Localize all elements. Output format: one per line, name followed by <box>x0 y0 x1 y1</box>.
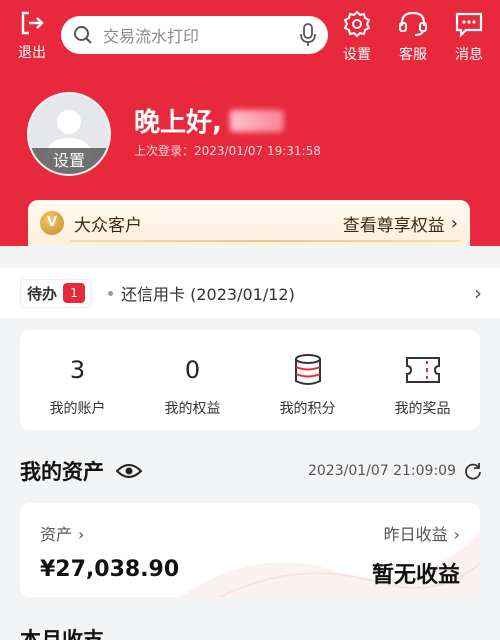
greeting: 晚上好, <box>134 102 284 139</box>
chevron-right-icon[interactable]: › <box>474 281 482 305</box>
avatar-settings-label[interactable]: 设置 <box>29 148 109 174</box>
todo-count-badge: 1 <box>63 283 86 303</box>
microphone-icon[interactable] <box>300 23 316 47</box>
search-icon <box>74 26 92 44</box>
stat-my-points[interactable]: 我的积分 <box>250 330 365 430</box>
chevron-right-icon: › <box>78 525 85 544</box>
accounts-label: 我的账户 <box>49 401 106 417</box>
assets-card[interactable]: 资产 › 昨日收益 › ¥27,038.90 暂无收益 <box>20 503 480 597</box>
greeting-text: 晚上好, <box>134 108 222 138</box>
customer-service-button[interactable]: 客服 <box>390 10 436 64</box>
accounts-count: 3 <box>69 356 86 384</box>
asset-label-link[interactable]: 资产 › <box>40 521 84 545</box>
database-icon <box>294 354 321 385</box>
todo-tag-label: 待办 <box>27 284 58 303</box>
points-label: 我的积分 <box>279 401 336 417</box>
stat-my-prizes[interactable]: 我的奖品 <box>365 330 480 430</box>
yesterday-earnings-label: 昨日收益 <box>383 525 448 544</box>
todo-row[interactable]: 待办 1 还信用卡 (2023/01/12) › <box>0 268 500 318</box>
logout-label: 退出 <box>18 45 46 61</box>
refresh-icon[interactable] <box>464 462 482 480</box>
quick-stats-card: 3 我的账户 0 我的权益 我的积分 我的奖品 <box>20 330 480 430</box>
asset-label: 资产 <box>40 525 73 544</box>
stat-my-rights[interactable]: 0 我的权益 <box>135 330 250 430</box>
logout-button[interactable]: 退出 <box>14 10 50 62</box>
yesterday-earnings-value: 暂无收益 <box>371 563 460 588</box>
messages-label: 消息 <box>455 47 483 63</box>
todo-tag: 待办 1 <box>20 278 93 308</box>
search-input[interactable]: 交易流水打印 <box>103 23 300 47</box>
gear-icon <box>343 10 371 38</box>
tier-progress-line <box>70 240 460 242</box>
avatar[interactable]: 设置 <box>27 92 111 176</box>
yesterday-earnings-link[interactable]: 昨日收益 › <box>384 521 460 545</box>
assets-header: 我的资产 2023/01/07 21:09:09 <box>20 456 482 486</box>
customer-service-label: 客服 <box>399 47 427 63</box>
view-rights-link[interactable]: 查看尊享权益 <box>343 211 445 236</box>
rights-count: 0 <box>184 356 201 384</box>
rights-label: 我的权益 <box>164 401 221 417</box>
settings-label: 设置 <box>343 47 371 63</box>
vip-badge-icon: V <box>40 211 64 235</box>
ticket-icon <box>405 357 440 383</box>
asset-value: ¥27,038.90 <box>40 557 180 582</box>
todo-item-text[interactable]: 还信用卡 (2023/01/12) <box>121 281 474 305</box>
message-icon <box>455 12 483 38</box>
headset-icon <box>399 11 427 36</box>
messages-button[interactable]: 消息 <box>446 10 492 64</box>
assets-title: 我的资产 <box>20 460 104 484</box>
settings-button[interactable]: 设置 <box>334 10 380 64</box>
monthly-balance-title: 本月收支 <box>20 628 104 640</box>
member-tier-label: 大众客户 <box>74 215 142 236</box>
stat-my-accounts[interactable]: 3 我的账户 <box>20 330 135 430</box>
member-tier-card[interactable]: V 大众客户 查看尊享权益 › <box>28 200 470 246</box>
search-bar[interactable]: 交易流水打印 <box>61 16 328 54</box>
eye-icon[interactable] <box>116 462 142 480</box>
chevron-right-icon: › <box>453 525 460 544</box>
blurred-username <box>229 109 284 132</box>
logout-icon <box>21 11 44 35</box>
bullet-dot <box>108 290 114 296</box>
chevron-right-icon: › <box>450 212 458 234</box>
last-login-time: 上次登录：2023/01/07 19:31:58 <box>134 144 321 158</box>
prizes-label: 我的奖品 <box>394 401 451 417</box>
assets-timestamp: 2023/01/07 21:09:09 <box>307 463 456 479</box>
